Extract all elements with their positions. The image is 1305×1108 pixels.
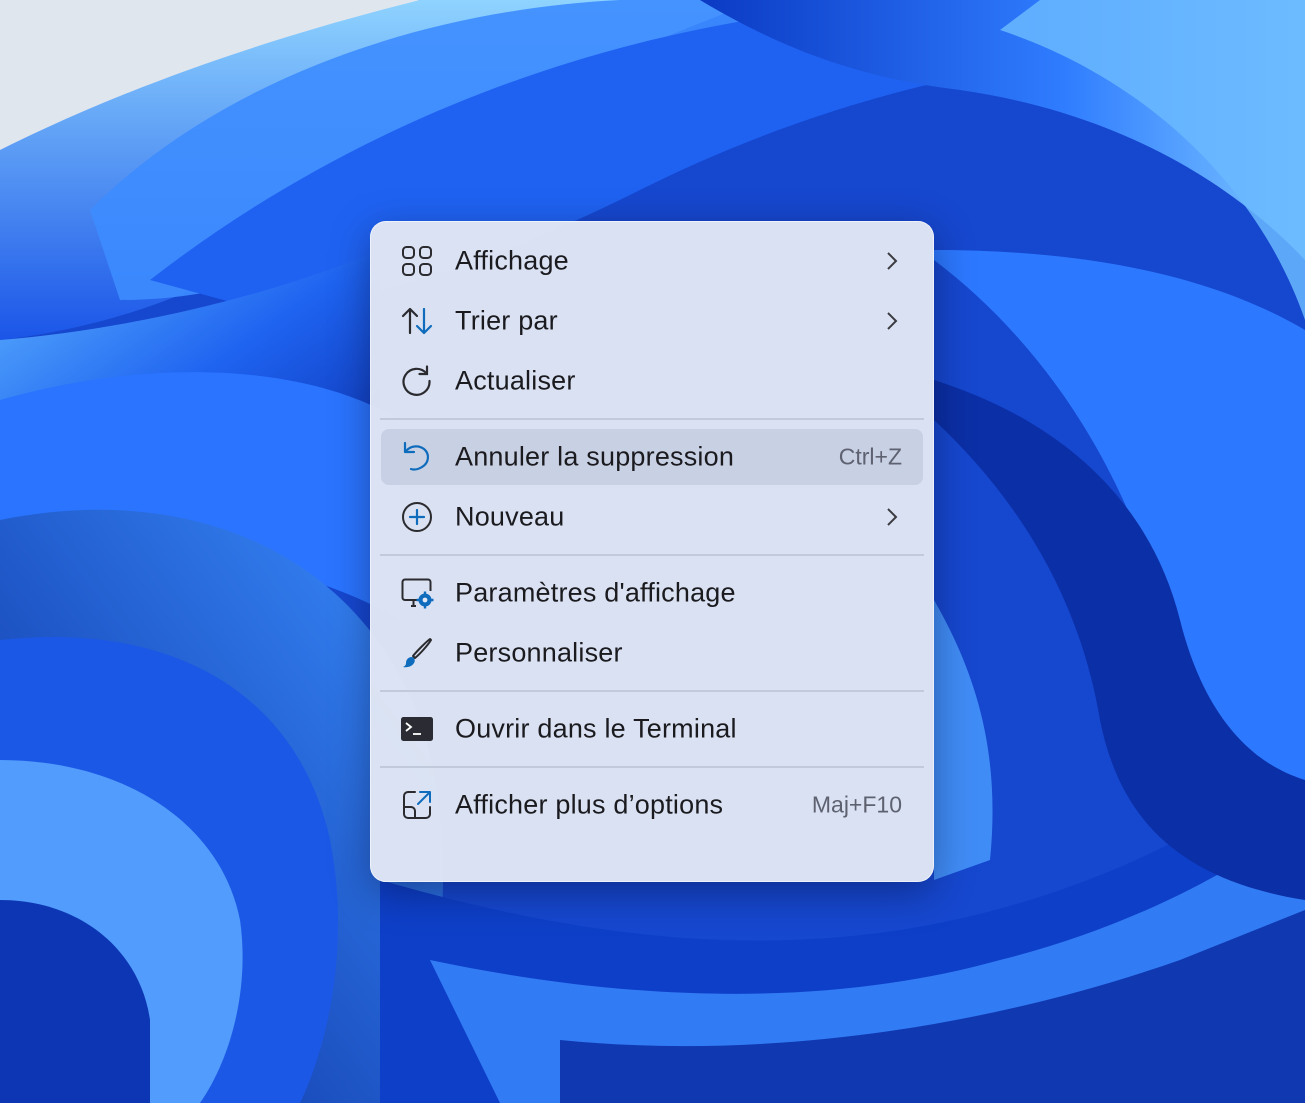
menu-item-ouvrir-terminal[interactable]: Ouvrir dans le Terminal [381, 701, 923, 757]
open-external-icon [400, 788, 434, 822]
menu-item-label: Actualiser [455, 365, 576, 396]
chevron-right-icon [884, 250, 900, 272]
menu-item-label: Afficher plus d’options [455, 789, 724, 820]
grid-view-icon [400, 244, 434, 278]
menu-item-personnaliser[interactable]: Personnaliser [381, 625, 923, 681]
brush-icon [400, 636, 434, 670]
sort-arrows-icon [400, 304, 434, 338]
menu-item-trier-par[interactable]: Trier par [381, 293, 923, 349]
plus-circle-icon [400, 500, 434, 534]
menu-separator [380, 766, 924, 768]
keyboard-shortcut: Ctrl+Z [838, 443, 902, 470]
menu-item-label: Annuler la suppression [455, 441, 735, 472]
menu-separator [380, 554, 924, 556]
undo-icon [400, 440, 434, 474]
menu-item-label: Paramètres d'affichage [455, 577, 736, 608]
refresh-icon [400, 364, 434, 398]
menu-separator [380, 690, 924, 692]
keyboard-shortcut: Maj+F10 [811, 791, 902, 818]
menu-item-label: Nouveau [455, 501, 565, 532]
menu-separator [380, 418, 924, 420]
desktop-context-menu: Affichage Trier par Actualiser Annuler l… [370, 221, 934, 882]
display-settings-icon [400, 576, 434, 610]
menu-item-parametres-affichage[interactable]: Paramètres d'affichage [381, 565, 923, 621]
menu-item-afficher-plus-options[interactable]: Afficher plus d’options Maj+F10 [381, 777, 923, 833]
menu-item-label: Ouvrir dans le Terminal [455, 713, 737, 744]
menu-item-affichage[interactable]: Affichage [381, 233, 923, 289]
menu-item-label: Personnaliser [455, 637, 623, 668]
menu-item-nouveau[interactable]: Nouveau [381, 489, 923, 545]
terminal-icon [400, 712, 434, 746]
menu-item-actualiser[interactable]: Actualiser [381, 353, 923, 409]
menu-item-annuler-suppression[interactable]: Annuler la suppression Ctrl+Z [381, 429, 923, 485]
chevron-right-icon [884, 310, 900, 332]
menu-item-label: Trier par [455, 305, 558, 336]
menu-item-label: Affichage [455, 245, 569, 276]
chevron-right-icon [884, 506, 900, 528]
